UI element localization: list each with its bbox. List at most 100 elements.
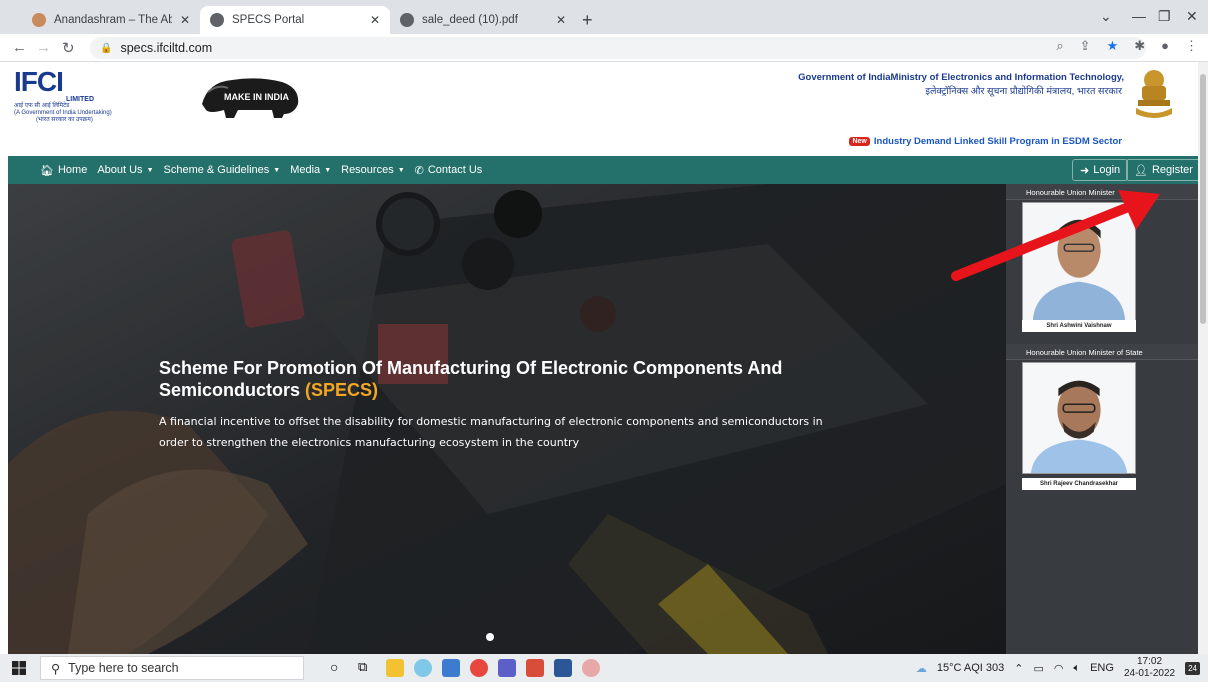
user-plus-icon: 👤︎ xyxy=(1134,164,1148,177)
tab-specs-portal[interactable]: SPECS Portal ✕ xyxy=(200,6,390,34)
new-badge: New xyxy=(849,137,870,146)
weather-cloud-icon: ☁ xyxy=(915,662,927,675)
ifci-wordmark: IFCI xyxy=(14,66,64,97)
task-view-icon[interactable]: ⧉ xyxy=(358,659,367,675)
notification-count-badge[interactable]: 24 xyxy=(1185,661,1200,675)
extensions-icon[interactable]: ✱ xyxy=(1134,38,1145,54)
forward-icon[interactable]: → xyxy=(36,39,51,56)
wifi-icon[interactable]: ◠ xyxy=(1054,662,1064,675)
scrollbar-thumb[interactable] xyxy=(1200,74,1206,324)
globe-icon xyxy=(400,13,414,27)
file-explorer-icon[interactable] xyxy=(386,659,404,677)
paint-icon[interactable] xyxy=(582,659,600,677)
windows-taskbar: ⚲ Type here to search ○ ⧉ ☁ 15°C AQI 303… xyxy=(0,654,1208,682)
login-label: Login xyxy=(1093,164,1121,176)
ticker-text: Industry Demand Linked Skill Program in … xyxy=(873,136,1122,147)
teams-icon[interactable] xyxy=(498,659,516,677)
close-tab-icon[interactable]: ✕ xyxy=(370,13,380,27)
profile-icon[interactable]: ● xyxy=(1161,38,1169,54)
tab-anandashram[interactable]: Anandashram – The Abode Of Bl ✕ xyxy=(22,6,200,34)
tab-title: sale_deed (10).pdf xyxy=(422,14,518,26)
maximize-icon[interactable]: ❐ xyxy=(1158,8,1171,25)
clock-date: 24-01-2022 xyxy=(1123,668,1176,679)
red-annotation-arrow xyxy=(951,190,1160,281)
menu-icon[interactable]: ⋮ xyxy=(1185,38,1198,54)
national-emblem-icon xyxy=(1136,70,1172,118)
mos-heading: Honourable Union Minister of State xyxy=(1006,344,1198,360)
chevron-up-icon[interactable]: ⌃ xyxy=(1014,662,1023,675)
site-favicon-icon xyxy=(32,13,46,27)
nav-resources[interactable]: Resources ▼ xyxy=(336,164,410,176)
login-button[interactable]: ➜ Login xyxy=(1072,159,1129,181)
tab-search-icon[interactable]: ⌄ xyxy=(1100,8,1112,25)
nav-scheme-label: Scheme & Guidelines xyxy=(163,164,270,176)
url-field[interactable]: 🔒 specs.ifciltd.com xyxy=(90,37,1146,59)
ifci-govt-undertaking: (A Government of India Undertaking) xyxy=(14,110,112,116)
taskbar-search-input[interactable]: ⚲ Type here to search xyxy=(40,656,304,680)
nav-scheme-guidelines[interactable]: Scheme & Guidelines ▼ xyxy=(159,164,286,176)
ifci-logo[interactable]: IFCI LIMITED आई एफ सी आई लिमिटेड (A Gove… xyxy=(14,68,124,124)
search-icon: ⚲ xyxy=(51,661,61,676)
hero-carousel[interactable]: Scheme For Promotion Of Manufacturing Of… xyxy=(8,184,1006,654)
minister-name: Shri Ashwini Vaishnaw xyxy=(1022,320,1136,332)
new-tab-icon[interactable]: + xyxy=(582,10,593,31)
weather-text[interactable]: 15°C AQI 303 xyxy=(937,662,1004,674)
share-icon[interactable]: ⇪ xyxy=(1080,38,1091,54)
chrome-icon[interactable] xyxy=(470,659,488,677)
page-scrollbar[interactable] xyxy=(1198,62,1208,654)
nav-about-us[interactable]: About Us ▼ xyxy=(92,164,158,176)
tab-title: Anandashram – The Abode Of Bl xyxy=(54,14,172,26)
home-icon: 🏠︎ xyxy=(40,164,54,177)
anydesk-icon[interactable] xyxy=(526,659,544,677)
word-icon[interactable] xyxy=(554,659,572,677)
outlook-icon[interactable] xyxy=(442,659,460,677)
ifci-limited: LIMITED xyxy=(66,96,94,103)
cortana-icon[interactable]: ○ xyxy=(330,659,338,675)
tab-title: SPECS Portal xyxy=(232,14,305,26)
make-in-india-lion-logo: MAKE IN INDIA xyxy=(202,78,299,118)
nav-contact-us[interactable]: ✆ Contact Us xyxy=(410,164,488,177)
register-label: Register xyxy=(1151,164,1193,176)
tab-sale-deed[interactable]: sale_deed (10).pdf ✕ xyxy=(390,6,576,34)
globe-icon xyxy=(210,13,224,27)
reload-icon[interactable]: ↻ xyxy=(62,39,75,57)
zoom-icon[interactable]: ⌕ xyxy=(1056,38,1063,54)
bookmark-star-icon[interactable]: ★ xyxy=(1107,38,1119,54)
nav-media[interactable]: Media ▼ xyxy=(285,164,336,176)
mos-name: Shri Rajeev Chandrasekhar xyxy=(1022,478,1136,490)
nav-media-label: Media xyxy=(290,164,321,176)
nav-home[interactable]: 🏠︎ Home xyxy=(35,164,92,177)
taskbar-search-placeholder: Type here to search xyxy=(68,661,179,675)
browser-tab-bar: Anandashram – The Abode Of Bl ✕ SPECS Po… xyxy=(0,0,1208,34)
caret-down-icon: ▼ xyxy=(146,166,154,174)
back-icon[interactable]: ← xyxy=(12,39,27,56)
clock-time: 17:02 xyxy=(1137,656,1163,667)
close-window-icon[interactable]: ✕ xyxy=(1186,8,1198,25)
close-tab-icon[interactable]: ✕ xyxy=(556,13,566,27)
minimize-icon[interactable]: — xyxy=(1132,8,1146,24)
volume-icon[interactable]: 🔈︎ xyxy=(1073,662,1080,675)
hero-description: A financial incentive to offset the disa… xyxy=(159,415,823,449)
edge-icon[interactable] xyxy=(414,659,432,677)
hero-title-main: Scheme For Promotion Of Manufacturing Of… xyxy=(159,358,783,400)
ifci-govt-undertaking-hindi: (भारत सरकार का उपक्रम) xyxy=(36,117,93,123)
caret-down-icon: ▼ xyxy=(273,166,281,174)
news-ticker[interactable]: New Industry Demand Linked Skill Program… xyxy=(849,136,1122,147)
close-tab-icon[interactable]: ✕ xyxy=(180,13,190,27)
battery-icon[interactable]: ▭ xyxy=(1033,662,1043,675)
clock[interactable]: 17:02 24-01-2022 xyxy=(1124,656,1175,680)
language-indicator[interactable]: ENG xyxy=(1090,662,1114,674)
url-text: specs.ifciltd.com xyxy=(120,41,213,55)
windows-start-icon[interactable] xyxy=(12,661,26,675)
ifci-hindi-name: आई एफ सी आई लिमिटेड xyxy=(14,103,70,109)
nav-contact-label: Contact Us xyxy=(427,164,483,176)
carousel-indicator[interactable] xyxy=(486,633,494,641)
mos-photo xyxy=(1022,362,1136,474)
caret-down-icon: ▼ xyxy=(324,166,332,174)
register-button[interactable]: 👤︎ Register xyxy=(1126,159,1201,181)
make-in-india-text: MAKE IN INDIA xyxy=(224,92,290,102)
caret-down-icon: ▼ xyxy=(397,166,405,174)
nav-home-label: Home xyxy=(57,164,88,176)
sign-in-icon: ➜ xyxy=(1080,164,1090,177)
ministry-name-hindi: इलेक्ट्रॉनिक्स और सूचना प्रौद्योगिकी मंत… xyxy=(925,86,1122,97)
